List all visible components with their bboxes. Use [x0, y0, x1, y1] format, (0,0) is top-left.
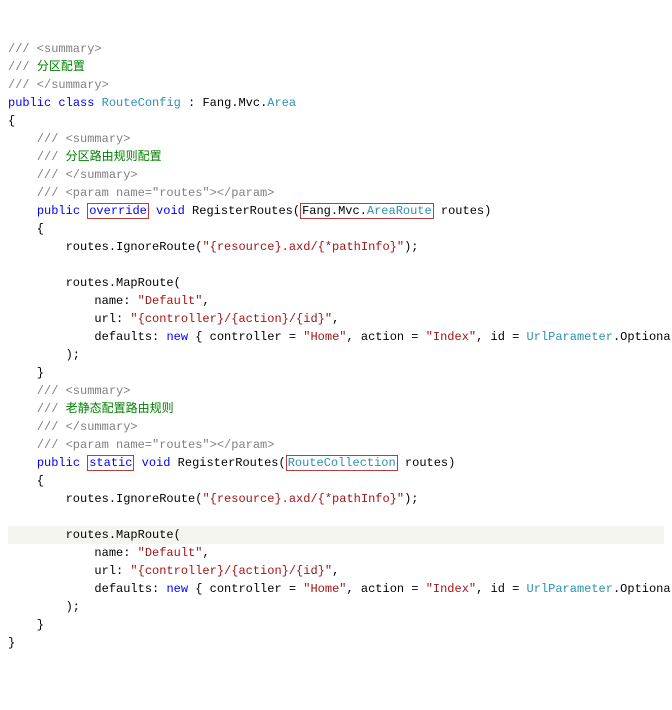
string: "Home" — [303, 582, 346, 596]
code-line: } — [8, 618, 44, 632]
code-line: /// </summary> — [8, 420, 138, 434]
keyword: new — [166, 330, 188, 344]
code-line: public override void RegisterRoutes(Fang… — [8, 203, 491, 219]
xml-doc: /// </summary> — [8, 168, 138, 182]
code-editor[interactable]: /// <summary> /// 分区配置 /// </summary> pu… — [8, 40, 664, 652]
code-line: ); — [8, 600, 80, 614]
code-line: url: "{controller}/{action}/{id}", — [8, 564, 339, 578]
type-name: UrlParameter — [527, 582, 613, 596]
keyword: new — [166, 582, 188, 596]
xml-doc: /// <summary> — [8, 384, 130, 398]
keyword-highlighted: static — [87, 455, 134, 471]
keyword: public — [8, 96, 51, 110]
code-line: name: "Default", — [8, 546, 210, 560]
xml-doc: /// <summary> — [8, 42, 102, 56]
string: "{resource}.axd/{*pathInfo}" — [202, 492, 404, 506]
string: "Default" — [138, 294, 203, 308]
xml-doc: /// — [8, 402, 66, 416]
type-highlighted: RouteCollection — [286, 455, 398, 471]
code-line: } — [8, 366, 44, 380]
code-line: /// </summary> — [8, 168, 138, 182]
type-name: UrlParameter — [527, 330, 613, 344]
code-line: /// 分区配置 — [8, 60, 85, 74]
type-name: Area — [267, 96, 296, 110]
string: "Index" — [426, 330, 476, 344]
string: "Index" — [426, 582, 476, 596]
xml-doc: /// — [8, 60, 37, 74]
code-line: /// <param name="routes"></param> — [8, 438, 274, 452]
xml-doc: /// — [8, 150, 66, 164]
code-line: /// 分区路由规则配置 — [8, 150, 162, 164]
string: "{controller}/{action}/{id}" — [130, 312, 332, 326]
string: "Default" — [138, 546, 203, 560]
code-line: name: "Default", — [8, 294, 210, 308]
code-line: { — [8, 474, 44, 488]
keyword: public — [37, 204, 80, 218]
code-line: { — [8, 222, 44, 236]
code-line: ); — [8, 348, 80, 362]
code-line: routes.IgnoreRoute("{resource}.axd/{*pat… — [8, 492, 418, 506]
keyword: public — [37, 456, 80, 470]
code-line: /// <summary> — [8, 384, 130, 398]
xml-doc-text: 老静态配置路由规则 — [66, 402, 174, 416]
xml-doc: /// </summary> — [8, 78, 109, 92]
code-line: } — [8, 636, 15, 650]
code-line: defaults: new { controller = "Home", act… — [8, 582, 672, 596]
xml-doc: /// <param name="routes"></param> — [8, 186, 274, 200]
keyword: void — [142, 456, 171, 470]
code-line: /// </summary> — [8, 78, 109, 92]
code-line: public static void RegisterRoutes(RouteC… — [8, 455, 455, 471]
xml-doc-text: 分区配置 — [37, 60, 85, 74]
code-line: /// <param name="routes"></param> — [8, 186, 274, 200]
keyword-highlighted: override — [87, 203, 149, 219]
keyword: class — [58, 96, 94, 110]
code-line: routes.IgnoreRoute("{resource}.axd/{*pat… — [8, 240, 418, 254]
keyword: void — [156, 204, 185, 218]
code-line: public class RouteConfig : Fang.Mvc.Area — [8, 96, 296, 110]
code-line: routes.MapRoute( — [8, 276, 181, 290]
code-line: { — [8, 114, 15, 128]
xml-doc: /// <param name="routes"></param> — [8, 438, 274, 452]
code-line: /// <summary> — [8, 132, 130, 146]
code-line: /// <summary> — [8, 42, 102, 56]
string: "Home" — [303, 330, 346, 344]
xml-doc: /// <summary> — [8, 132, 130, 146]
string: "{resource}.axd/{*pathInfo}" — [202, 240, 404, 254]
xml-doc-text: 分区路由规则配置 — [66, 150, 162, 164]
code-line: /// 老静态配置路由规则 — [8, 402, 174, 416]
xml-doc: /// </summary> — [8, 420, 138, 434]
type-name: RouteConfig — [102, 96, 181, 110]
type-highlighted: Fang.Mvc.AreaRoute — [300, 203, 434, 219]
code-line: url: "{controller}/{action}/{id}", — [8, 312, 339, 326]
code-line: defaults: new { controller = "Home", act… — [8, 330, 672, 344]
code-line-highlighted: routes.MapRoute( — [8, 526, 664, 544]
string: "{controller}/{action}/{id}" — [130, 564, 332, 578]
